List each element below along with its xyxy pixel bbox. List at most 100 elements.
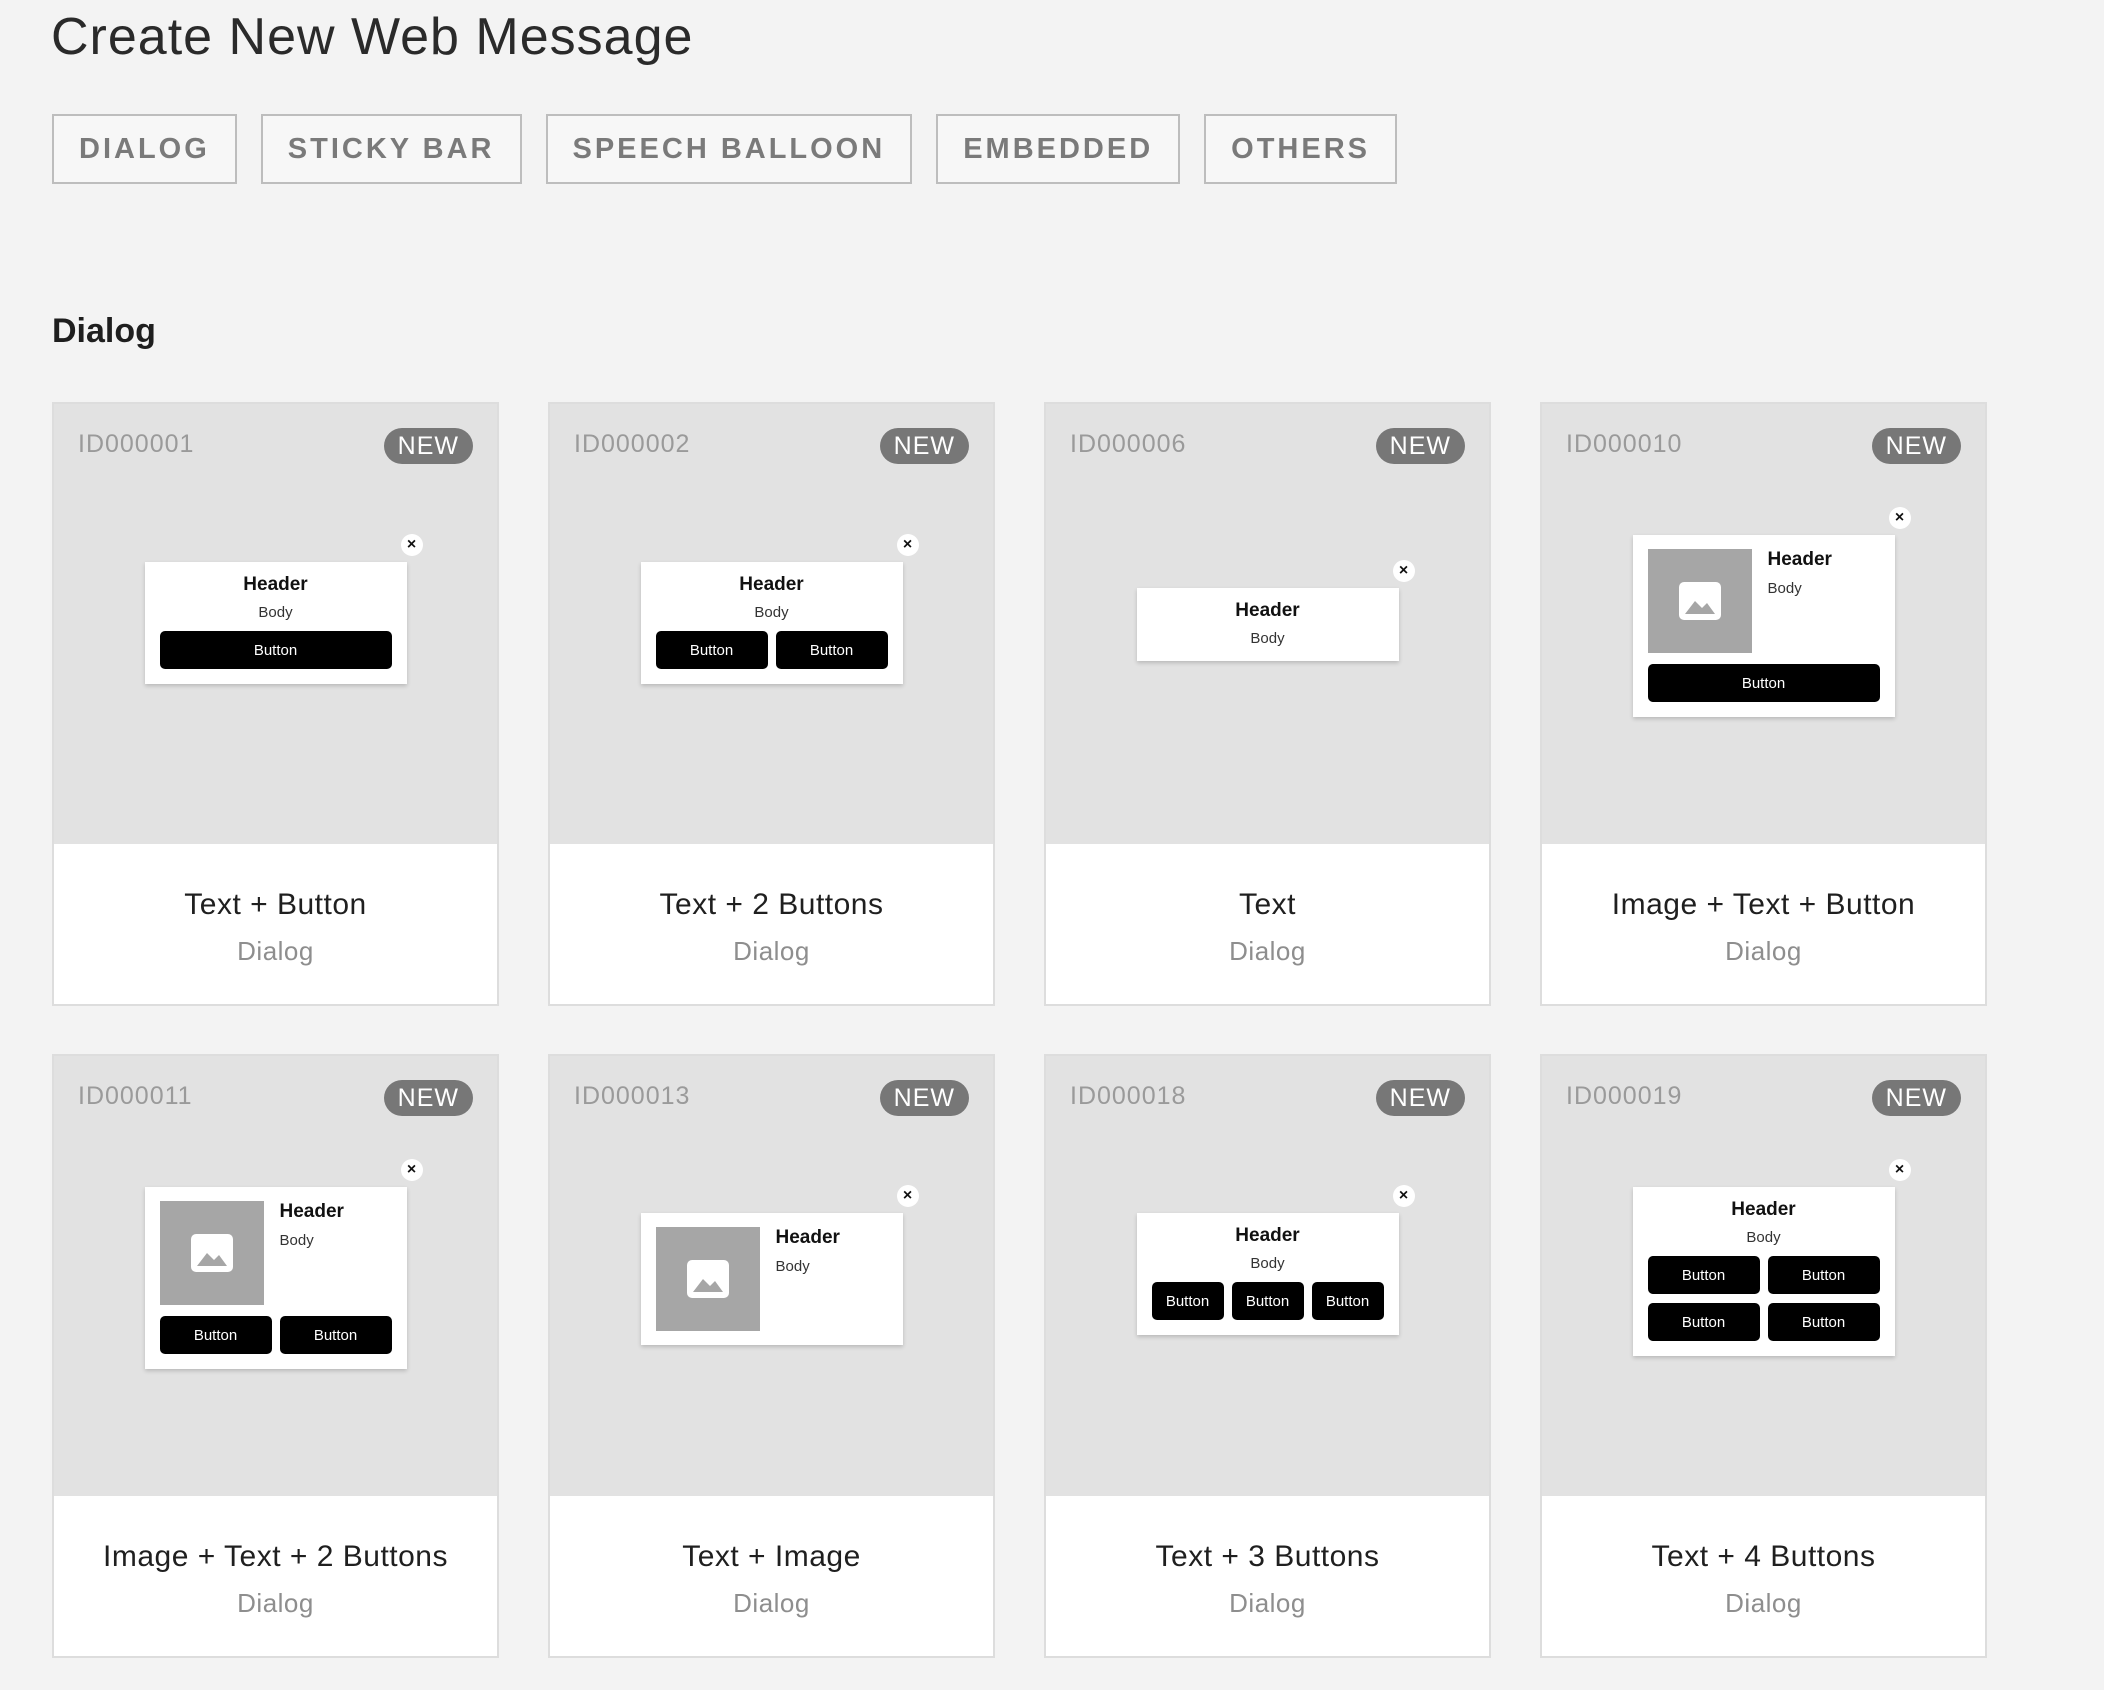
dialog-mock: × Header Body Button Button <box>144 1159 423 1369</box>
card-preview: ID000011 NEW × Header Body Button Button <box>54 1056 497 1496</box>
close-icon: × <box>896 534 919 556</box>
new-badge: NEW <box>1871 1080 1961 1116</box>
mock-button: Button <box>1231 1282 1304 1320</box>
filter-speech-balloon-button[interactable]: SPEECH BALLOON <box>545 114 913 184</box>
card-preview: ID000001 NEW × Header Body Button <box>54 404 497 844</box>
mock-button: Button <box>1151 1282 1224 1320</box>
mock-body: Body <box>754 604 789 621</box>
close-icon: × <box>1888 1159 1911 1181</box>
mock-body: Body <box>258 604 293 621</box>
template-card[interactable]: ID000018 NEW × Header Body Button Button… <box>1044 1054 1491 1658</box>
mock-header: Header <box>739 574 804 595</box>
close-icon: × <box>896 1185 919 1207</box>
filter-sticky-bar-button[interactable]: STICKY BAR <box>260 114 522 184</box>
mock-button: Button <box>1647 1303 1760 1341</box>
card-title: Text + 4 Buttons <box>1651 1540 1876 1573</box>
filter-embedded-button[interactable]: EMBEDDED <box>936 114 1181 184</box>
filter-others-button[interactable]: OTHERS <box>1204 114 1397 184</box>
mock-header: Header <box>279 1201 344 1222</box>
dialog-mock: × Header Body Button Button <box>640 534 919 684</box>
card-id: ID000010 <box>1566 430 1683 458</box>
template-card[interactable]: ID000010 NEW × Header Body Button Image … <box>1540 402 1987 1006</box>
card-id: ID000002 <box>574 430 691 458</box>
image-icon <box>190 1234 233 1272</box>
template-card[interactable]: ID000006 NEW × Header Body Text Dialog <box>1044 402 1491 1006</box>
card-title: Image + Text + Button <box>1611 888 1916 921</box>
card-preview: ID000006 NEW × Header Body <box>1046 404 1489 844</box>
template-card[interactable]: ID000013 NEW × Header Body Text + Image … <box>548 1054 995 1658</box>
dialog-mock: × Header Body Button Button Button <box>1136 1185 1415 1335</box>
card-subtitle: Dialog <box>733 936 810 966</box>
mock-button: Button <box>1647 664 1880 702</box>
card-title: Text + Button <box>184 888 367 921</box>
mock-button: Button <box>1647 1256 1760 1294</box>
mock-header: Header <box>1731 1199 1796 1220</box>
mock-header: Header <box>775 1227 840 1248</box>
mock-body: Body <box>1250 1255 1285 1272</box>
mock-body: Body <box>1746 1229 1781 1246</box>
card-subtitle: Dialog <box>237 1588 314 1618</box>
image-icon <box>1678 582 1721 620</box>
card-preview: ID000010 NEW × Header Body Button <box>1542 404 1985 844</box>
card-id: ID000011 <box>78 1082 193 1110</box>
new-badge: NEW <box>879 428 969 464</box>
template-card[interactable]: ID000002 NEW × Header Body Button Button… <box>548 402 995 1006</box>
mock-body: Body <box>1250 630 1285 647</box>
image-placeholder <box>159 1201 264 1305</box>
card-title: Text + 2 Buttons <box>659 888 884 921</box>
mock-button: Button <box>655 631 768 669</box>
mock-header: Header <box>1767 549 1832 570</box>
close-icon: × <box>400 1159 423 1181</box>
card-title: Image + Text + 2 Buttons <box>103 1540 448 1573</box>
card-subtitle: Dialog <box>733 1588 810 1618</box>
page-title: Create New Web Message <box>51 8 694 66</box>
dialog-mock: × Header Body <box>640 1185 919 1345</box>
new-badge: NEW <box>879 1080 969 1116</box>
new-badge: NEW <box>1375 428 1465 464</box>
template-grid: ID000001 NEW × Header Body Button Text +… <box>52 402 1987 1658</box>
card-id: ID000001 <box>78 430 195 458</box>
mock-button: Button <box>775 631 888 669</box>
card-subtitle: Dialog <box>1725 936 1802 966</box>
mock-body: Body <box>1767 580 1802 597</box>
card-title: Text <box>1238 888 1297 921</box>
card-subtitle: Dialog <box>237 936 314 966</box>
mock-button: Button <box>1767 1303 1880 1341</box>
card-subtitle: Dialog <box>1229 1588 1306 1618</box>
template-card[interactable]: ID000019 NEW × Header Body Button Button… <box>1540 1054 1987 1658</box>
close-icon: × <box>400 534 423 556</box>
new-badge: NEW <box>1375 1080 1465 1116</box>
mock-header: Header <box>1235 1225 1300 1246</box>
image-placeholder <box>1647 549 1752 653</box>
mock-button: Button <box>159 1316 272 1354</box>
card-title: Text + 3 Buttons <box>1155 1540 1380 1573</box>
new-badge: NEW <box>1871 428 1961 464</box>
image-placeholder <box>655 1227 760 1331</box>
new-badge: NEW <box>383 1080 473 1116</box>
dialog-mock: × Header Body Button Button Button Butto… <box>1632 1159 1911 1356</box>
close-icon: × <box>1888 507 1911 529</box>
card-subtitle: Dialog <box>1725 1588 1802 1618</box>
card-id: ID000013 <box>574 1082 691 1110</box>
mock-header: Header <box>243 574 308 595</box>
image-icon <box>686 1260 729 1298</box>
card-preview: ID000019 NEW × Header Body Button Button… <box>1542 1056 1985 1496</box>
dialog-mock: × Header Body <box>1136 560 1415 661</box>
card-subtitle: Dialog <box>1229 936 1306 966</box>
card-id: ID000006 <box>1070 430 1187 458</box>
template-card[interactable]: ID000011 NEW × Header Body Button Button <box>52 1054 499 1658</box>
card-id: ID000018 <box>1070 1082 1187 1110</box>
card-id: ID000019 <box>1566 1082 1683 1110</box>
dialog-mock: × Header Body Button <box>1632 507 1911 717</box>
mock-button: Button <box>1311 1282 1384 1320</box>
filter-dialog-button[interactable]: DIALOG <box>52 114 237 184</box>
card-preview: ID000013 NEW × Header Body <box>550 1056 993 1496</box>
card-title: Text + Image <box>682 1540 861 1573</box>
template-card[interactable]: ID000001 NEW × Header Body Button Text +… <box>52 402 499 1006</box>
dialog-mock: × Header Body Button <box>144 534 423 684</box>
filter-tabs: DIALOG STICKY BAR SPEECH BALLOON EMBEDDE… <box>52 114 1397 184</box>
mock-header: Header <box>1235 600 1300 621</box>
section-title: Dialog <box>52 312 156 350</box>
mock-body: Body <box>775 1258 810 1275</box>
mock-button: Button <box>159 631 392 669</box>
